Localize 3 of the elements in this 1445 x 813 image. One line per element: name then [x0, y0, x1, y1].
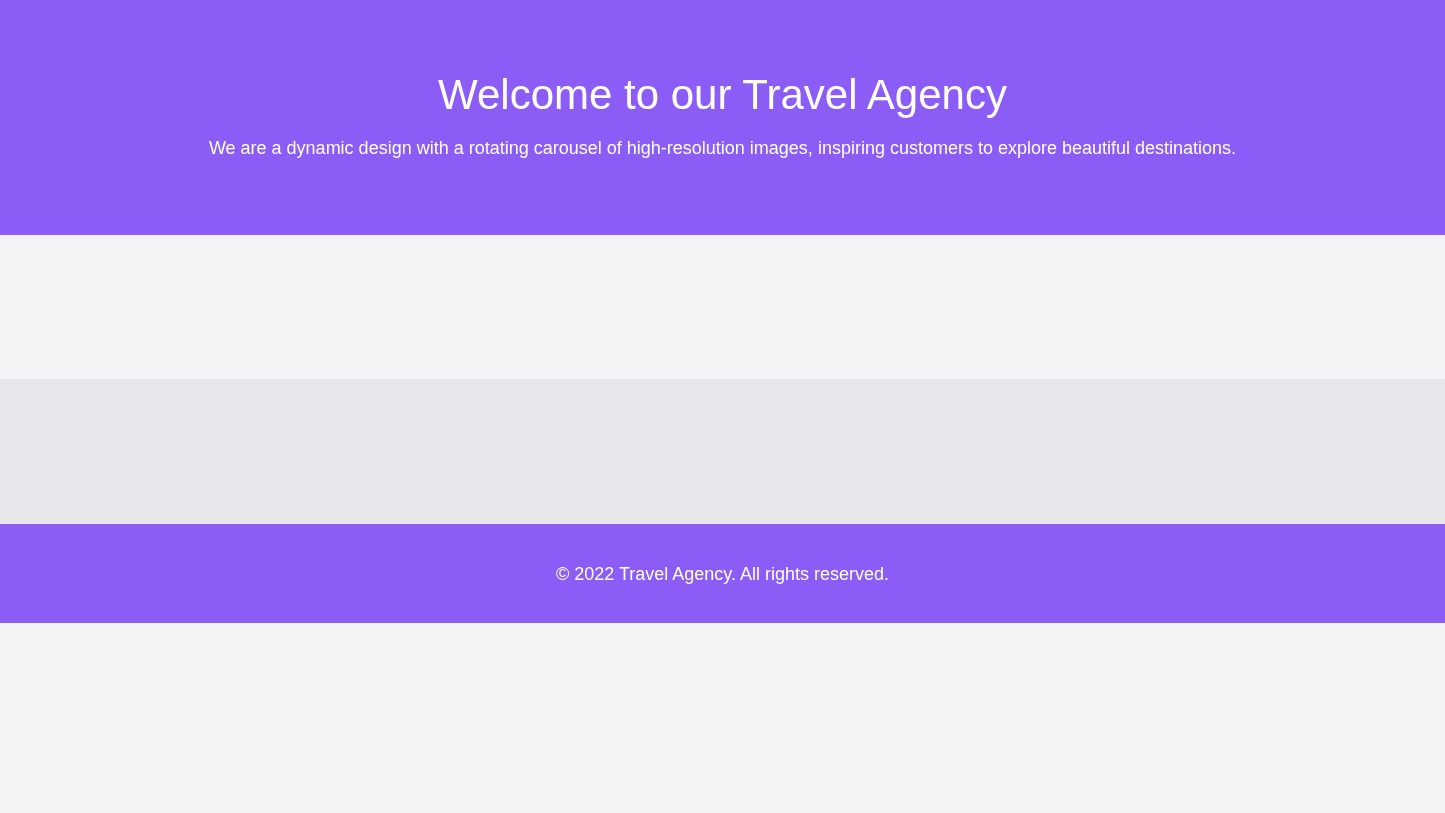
- hero-subtitle: We are a dynamic design with a rotating carousel of high-resolution images, inspiring customers to explore beautiful destinations.: [208, 137, 1237, 160]
- footer-copyright: © 2022 Travel Agency. All rights reserved.: [555, 562, 890, 586]
- hero-title: Welcome to our Travel Agency: [438, 70, 1007, 120]
